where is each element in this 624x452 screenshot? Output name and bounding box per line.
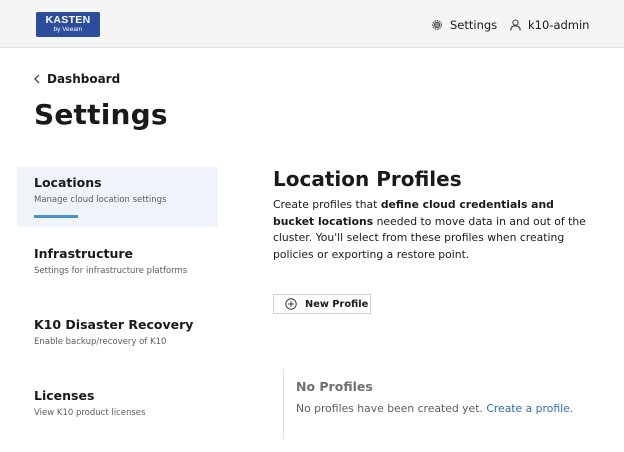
nav-item-description: View K10 product licenses (34, 408, 146, 418)
settings-link[interactable]: Settings (431, 16, 497, 34)
new-profile-label: New Profile (305, 298, 369, 310)
description-text: Create profiles that (273, 198, 381, 211)
kasten-logo[interactable]: KASTEN by Veeam (36, 12, 100, 37)
logo-title: KASTEN (45, 14, 91, 26)
user-icon (510, 19, 521, 31)
create-profile-link[interactable]: Create a profile. (486, 402, 573, 415)
user-name: k10-admin (528, 18, 590, 32)
nav-item-infrastructure[interactable]: Infrastructure Settings for infrastructu… (17, 238, 218, 298)
nav-item-description: Settings for infrastructure platforms (34, 266, 188, 276)
logo-subtitle: by Veeam (53, 26, 83, 33)
chevron-left-icon (34, 74, 40, 84)
breadcrumb-label: Dashboard (47, 72, 121, 86)
nav-item-label: K10 Disaster Recovery (34, 317, 194, 332)
nav-item-disaster-recovery[interactable]: K10 Disaster Recovery Enable backup/reco… (17, 309, 218, 369)
empty-state-text: No profiles have been created yet. (296, 402, 487, 415)
nav-item-description: Manage cloud location settings (34, 195, 167, 205)
active-indicator (34, 215, 78, 218)
section-description: Create profiles that define cloud creden… (273, 197, 593, 263)
empty-state-divider (283, 369, 284, 439)
nav-item-label: Locations (34, 175, 102, 190)
user-menu[interactable]: k10-admin (510, 16, 589, 34)
breadcrumb-dashboard[interactable]: Dashboard (34, 71, 120, 87)
nav-item-locations[interactable]: Locations Manage cloud location settings (17, 167, 218, 227)
empty-state-title: No Profiles (296, 379, 373, 394)
nav-item-label: Licenses (34, 388, 95, 403)
section-title: Location Profiles (273, 167, 462, 191)
top-bar: KASTEN by Veeam Settings k10-admin (0, 0, 624, 48)
gear-icon (432, 20, 442, 30)
page-title: Settings (34, 98, 168, 131)
new-profile-button[interactable]: New Profile (273, 294, 371, 314)
nav-item-licenses[interactable]: Licenses View K10 product licenses (17, 380, 218, 440)
nav-item-label: Infrastructure (34, 246, 133, 261)
empty-state-message: No profiles have been created yet. Creat… (296, 402, 573, 415)
nav-item-description: Enable backup/recovery of K10 (34, 337, 167, 347)
settings-label: Settings (450, 18, 498, 32)
plus-circle-icon (285, 298, 297, 310)
